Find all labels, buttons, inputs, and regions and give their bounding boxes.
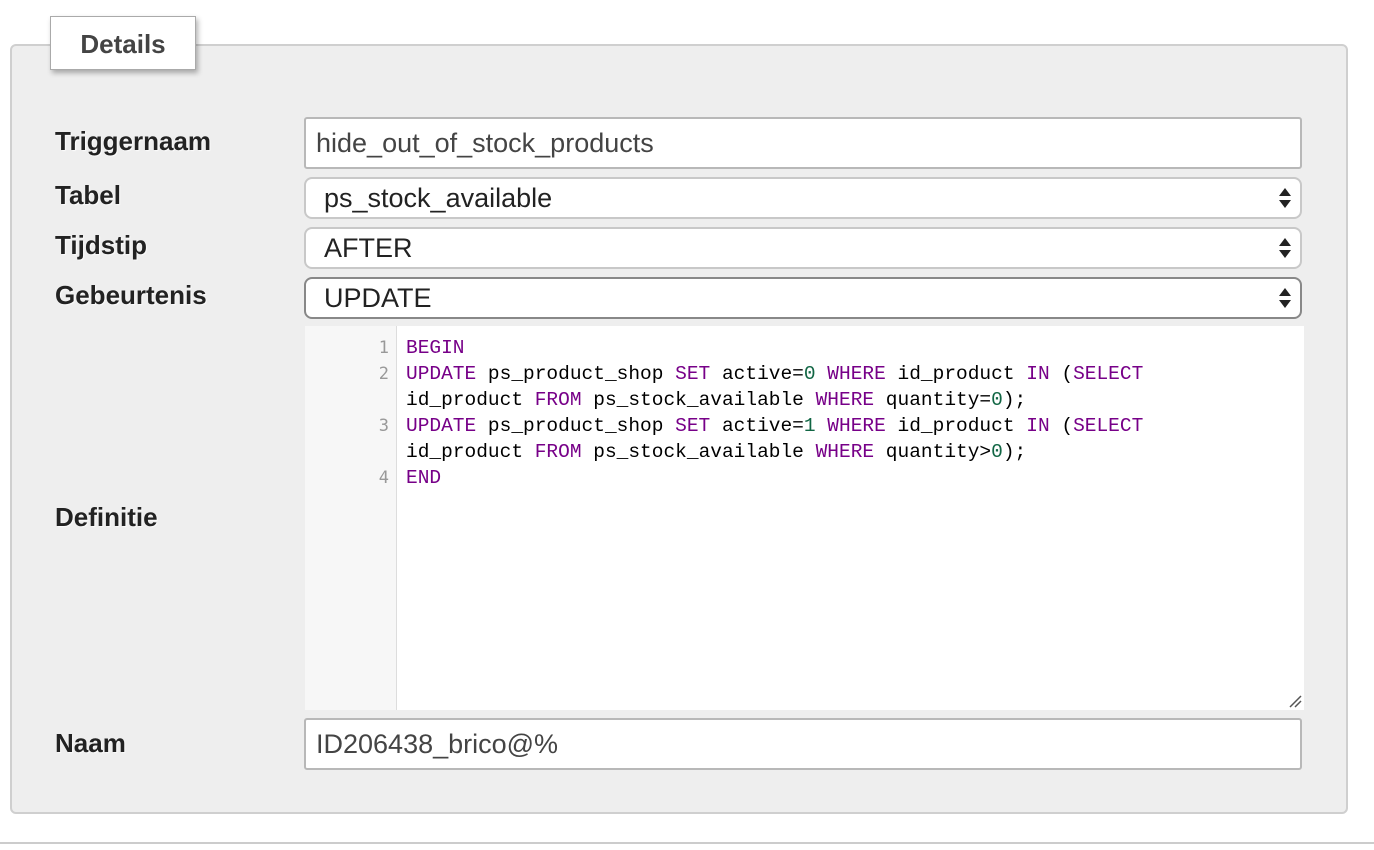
sql-number: 0 xyxy=(991,441,1003,463)
sql-keyword: FROM xyxy=(534,389,582,411)
timing-label: Tijdstip xyxy=(55,230,147,260)
sql-number: 0 xyxy=(991,389,1003,411)
table-select-value: ps_stock_available xyxy=(324,183,553,213)
sql-keyword: WHERE xyxy=(827,363,886,385)
sql-keyword: IN xyxy=(1026,415,1050,437)
bottom-divider xyxy=(0,842,1374,844)
sql-keyword: SET xyxy=(675,363,711,385)
sql-text: ( xyxy=(1049,415,1074,437)
sql-keyword: WHERE xyxy=(815,389,875,411)
sql-text: ps_stock_available xyxy=(581,389,816,411)
line-number: 1 xyxy=(378,338,389,358)
sql-keyword: WHERE xyxy=(827,415,886,437)
sql-number: 0 xyxy=(803,363,816,385)
definition-label: Definitie xyxy=(55,502,158,532)
sql-keyword: UPDATE xyxy=(406,363,477,385)
event-select[interactable]: UPDATE xyxy=(304,277,1302,319)
resize-grip-icon[interactable] xyxy=(1288,694,1302,708)
table-select[interactable]: ps_stock_available xyxy=(304,177,1302,219)
sql-keyword: WHERE xyxy=(815,441,875,463)
sql-text: active= xyxy=(710,363,804,385)
triggername-input[interactable]: hide_out_of_stock_products xyxy=(304,117,1302,169)
line-number: 4 xyxy=(378,468,389,488)
event-label: Gebeurtenis xyxy=(55,280,207,310)
timing-select-value: AFTER xyxy=(324,233,413,263)
sql-text: id_product xyxy=(406,389,535,411)
sql-text: quantity= xyxy=(874,389,992,411)
sql-keyword: UPDATE xyxy=(406,415,477,437)
sql-keyword: SELECT xyxy=(1073,363,1144,385)
code-text-area[interactable]: BEGIN UPDATE ps_product_shop SET active=… xyxy=(397,326,1304,710)
sql-text: active= xyxy=(710,415,804,437)
sql-number: 1 xyxy=(803,415,816,437)
code-line: END xyxy=(406,465,441,491)
sql-text: ( xyxy=(1049,363,1074,385)
sql-keyword: SET xyxy=(675,415,711,437)
event-select-value: UPDATE xyxy=(324,283,432,313)
sql-text: ps_product_shop xyxy=(476,363,676,385)
select-arrows-icon xyxy=(1279,288,1291,308)
code-line: BEGIN xyxy=(406,335,465,361)
sql-text: ps_product_shop xyxy=(476,415,676,437)
code-line: id_product FROM ps_stock_available WHERE… xyxy=(406,439,1026,465)
line-number: 3 xyxy=(378,416,389,436)
sql-keyword: END xyxy=(406,467,442,489)
code-line: UPDATE ps_product_shop SET active=1 WHER… xyxy=(406,413,1143,439)
line-number-gutter: 1 2 3 4 xyxy=(305,326,397,710)
definer-input[interactable]: ID206438_brico@% xyxy=(304,718,1302,770)
sql-text: id_product xyxy=(885,415,1027,437)
definer-label: Naam xyxy=(55,728,126,758)
sql-text: ); xyxy=(1002,389,1027,411)
timing-select[interactable]: AFTER xyxy=(304,227,1302,269)
sql-keyword: FROM xyxy=(534,441,582,463)
table-label: Tabel xyxy=(55,180,121,210)
sql-text: id_product xyxy=(406,441,535,463)
sql-keyword: BEGIN xyxy=(406,337,465,359)
select-arrows-icon xyxy=(1279,188,1291,208)
fieldset-legend: Details xyxy=(50,16,196,70)
sql-text: quantity> xyxy=(874,441,992,463)
sql-text: id_product xyxy=(885,363,1027,385)
sql-text: ps_stock_available xyxy=(581,441,816,463)
sql-keyword: IN xyxy=(1026,363,1050,385)
code-line: UPDATE ps_product_shop SET active=0 WHER… xyxy=(406,361,1143,387)
code-line: id_product FROM ps_stock_available WHERE… xyxy=(406,387,1026,413)
definition-code-editor[interactable]: 1 2 3 4 BEGIN UPDATE ps_product_shop SET… xyxy=(305,326,1304,710)
select-arrows-icon xyxy=(1279,238,1291,258)
sql-text: ); xyxy=(1002,441,1027,463)
sql-keyword: SELECT xyxy=(1073,415,1144,437)
line-number: 2 xyxy=(378,364,389,384)
triggername-label: Triggernaam xyxy=(55,126,212,156)
